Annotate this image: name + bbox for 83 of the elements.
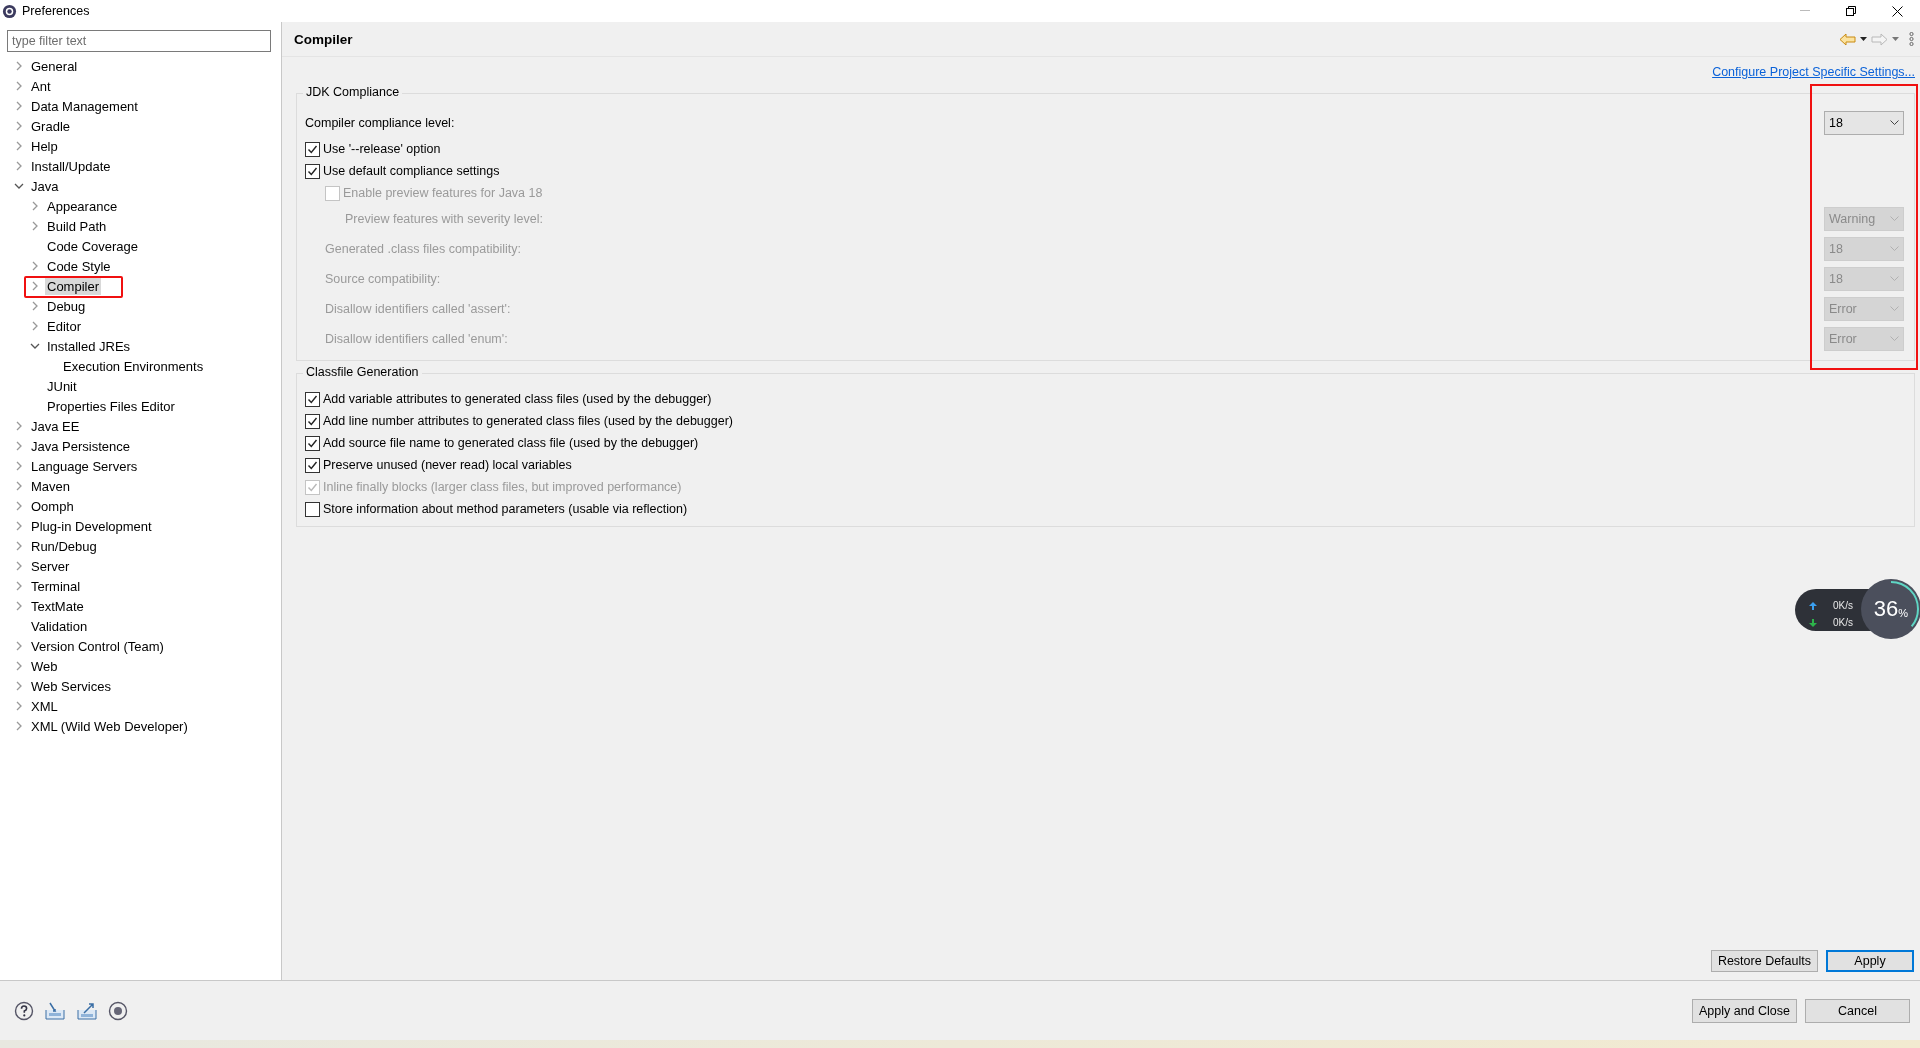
checkbox-label: Enable preview features for Java 18 (343, 186, 543, 200)
usage-gauge (1861, 579, 1920, 639)
tree-item[interactable]: JUnit (45, 377, 79, 395)
caret-icon[interactable] (1890, 120, 1899, 126)
tree-item[interactable]: Code Style (45, 257, 113, 275)
field-label: Source compatibility: (325, 272, 441, 286)
checkbox[interactable] (305, 435, 320, 451)
tree-item[interactable]: Java EE (29, 417, 82, 435)
checkbox[interactable] (305, 501, 320, 517)
group-title: JDK Compliance (303, 85, 403, 99)
minimize-icon[interactable] (1800, 10, 1810, 12)
field-label: Compiler compliance level: (305, 116, 455, 130)
download-speed: 0K/s (1833, 617, 1853, 628)
tree-item[interactable]: Oomph (29, 497, 76, 515)
dialog-button[interactable]: Apply (1826, 950, 1914, 972)
tree-item[interactable]: Appearance (45, 197, 120, 215)
tree-item[interactable]: Java Persistence (29, 437, 132, 455)
tree-item[interactable]: Help (29, 137, 60, 155)
checkbox[interactable] (305, 141, 320, 157)
checkbox[interactable] (305, 457, 320, 473)
tree-item[interactable]: Properties Files Editor (45, 397, 177, 415)
checkbox-label: Add line number attributes to generated class files (used by the debugger) (323, 414, 733, 428)
window-title: Preferences (22, 4, 90, 18)
tree-item[interactable]: Terminal (29, 577, 83, 595)
tree-item[interactable]: Ant (29, 77, 53, 95)
tree-item[interactable]: Language Servers (29, 457, 140, 475)
checkbox-label: Add variable attributes to generated class files (used by the debugger) (323, 392, 712, 406)
tree-item[interactable]: Server (29, 557, 72, 575)
tree-item[interactable]: Run/Debug (29, 537, 99, 555)
tree-item[interactable]: Installed JREs (45, 337, 133, 355)
record-icon[interactable] (108, 1000, 128, 1021)
group-title: Classfile Generation (303, 365, 422, 379)
upload-arrow-icon (1809, 601, 1817, 610)
tree-item[interactable]: Web Services (29, 677, 113, 695)
tree-item[interactable]: Install/Update (29, 157, 113, 175)
dialog-button[interactable]: Apply and Close (1691, 998, 1797, 1023)
field-label: Preview features with severity level: (345, 212, 543, 226)
tree-item[interactable]: Debug (45, 297, 88, 315)
dropdown[interactable]: 18 (1824, 111, 1904, 135)
checkbox-label: Use default compliance settings (323, 164, 500, 178)
checkbox-label: Use '--release' option (323, 142, 441, 156)
tree-item[interactable]: General (29, 57, 80, 75)
dropdown-triangle-icon[interactable] (1860, 37, 1867, 41)
import-icon[interactable] (44, 1000, 66, 1021)
tree-item[interactable]: XML (Wild Web Developer) (29, 717, 190, 735)
percent-unit: % (1898, 607, 1909, 619)
upload-speed: 0K/s (1833, 600, 1853, 611)
filter-field[interactable]: type filter text (7, 30, 271, 52)
checkbox-label: Add source file name to generated class file (used by the debugger) (323, 436, 699, 450)
field-label: Disallow identifiers called 'enum': (325, 332, 508, 346)
checkbox[interactable] (305, 391, 320, 407)
field-label: Generated .class files compatibility: (325, 242, 521, 256)
checkbox-label: Store information about method parameters (usable via reflection) (323, 502, 688, 516)
tree-item[interactable]: Execution Environments (61, 357, 206, 375)
tree-item[interactable]: Build Path (45, 217, 109, 235)
export-icon[interactable] (76, 1000, 98, 1021)
dialog-button[interactable]: Cancel (1805, 998, 1910, 1023)
help-icon[interactable] (14, 1000, 34, 1021)
project-settings-link[interactable]: Configure Project Specific Settings... (1712, 65, 1915, 79)
download-arrow-icon (1809, 618, 1817, 627)
tree-item[interactable]: Code Coverage (45, 237, 141, 255)
usage-percent: 36 (1873, 596, 1899, 622)
dialog-button[interactable]: Restore Defaults (1710, 950, 1818, 972)
field-label: Disallow identifiers called 'assert': (325, 302, 511, 316)
tree-item[interactable]: Data Management (29, 97, 140, 115)
checkbox-label: Preserve unused (never read) local variables (323, 458, 572, 472)
tree-item[interactable]: Maven (29, 477, 73, 495)
tree-item[interactable]: Validation (29, 617, 90, 635)
tree-item[interactable]: Plug-in Development (29, 517, 154, 535)
checkbox[interactable] (305, 413, 320, 429)
more-menu-icon[interactable] (1909, 32, 1914, 46)
close-icon[interactable] (1891, 5, 1903, 17)
tree-item[interactable]: Version Control (Team) (29, 637, 166, 655)
tree-item[interactable]: Web (29, 657, 60, 675)
restore-icon[interactable] (1846, 6, 1856, 16)
page-title: Compiler (294, 31, 353, 47)
checkbox[interactable] (305, 163, 320, 179)
checkbox-label: Inline finally blocks (larger class files, but improved performance) (323, 480, 682, 494)
tree-item[interactable]: XML (29, 697, 60, 715)
tree-item[interactable]: Editor (45, 317, 83, 335)
tree-item[interactable]: TextMate (29, 597, 86, 615)
tree-item[interactable]: Gradle (29, 117, 73, 135)
tree-item[interactable]: Java (29, 177, 61, 195)
